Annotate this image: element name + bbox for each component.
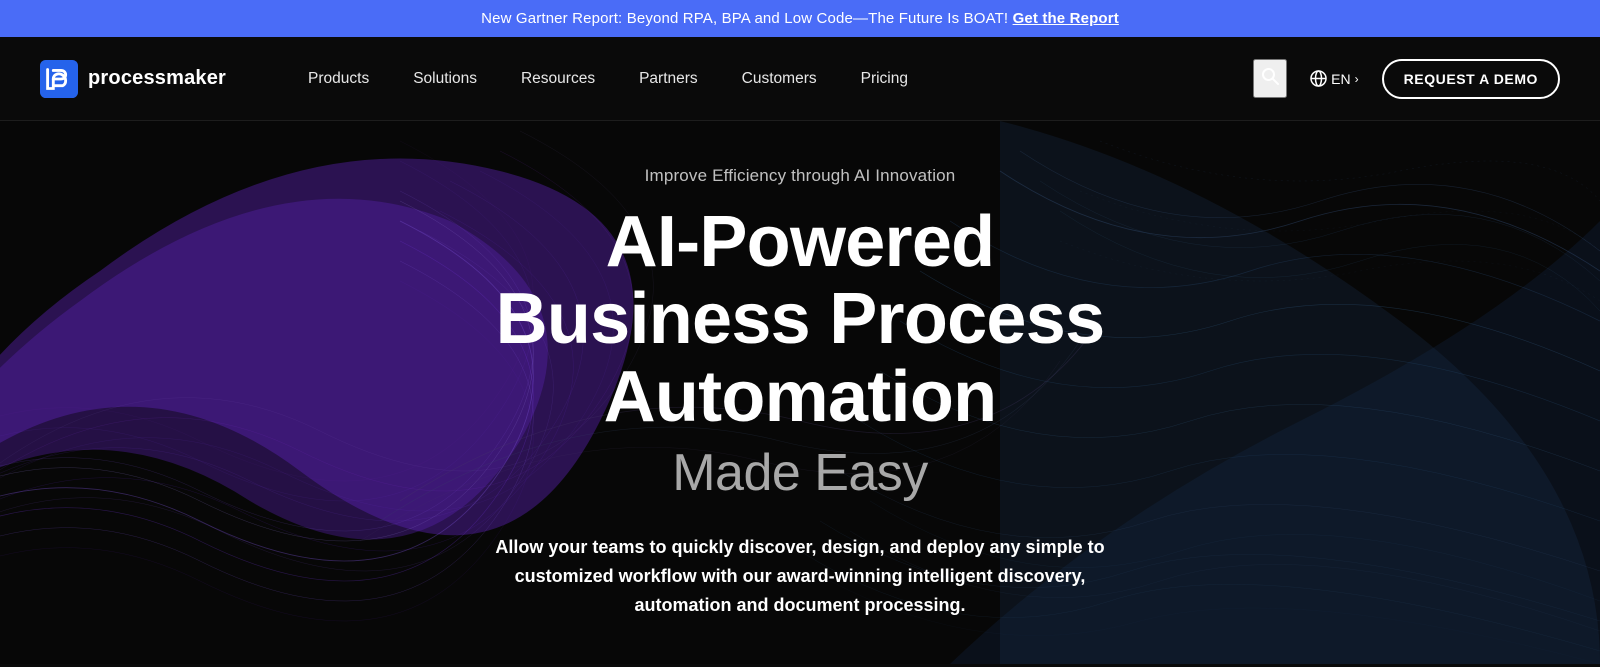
language-selector[interactable]: EN › [1305, 65, 1363, 92]
logo-icon [40, 60, 78, 98]
hero-title: AI-Powered Business Process Automation [490, 204, 1110, 437]
request-demo-button[interactable]: REQUEST A DEMO [1382, 59, 1560, 99]
nav-item-partners[interactable]: Partners [617, 60, 720, 98]
announcement-link[interactable]: Get the Report [1013, 10, 1119, 27]
announcement-bar: New Gartner Report: Beyond RPA, BPA and … [0, 0, 1600, 37]
hero-section: Improve Efficiency through AI Innovation… [0, 121, 1600, 664]
hero-title-line1: AI-Powered [606, 202, 995, 282]
nav-right: EN › REQUEST A DEMO [1253, 59, 1560, 99]
hero-title-line2: Business Process [496, 279, 1105, 359]
chevron-right-icon: › [1355, 72, 1359, 86]
announcement-text: New Gartner Report: Beyond RPA, BPA and … [481, 10, 1008, 27]
nav-item-solutions[interactable]: Solutions [391, 60, 499, 98]
nav-item-pricing[interactable]: Pricing [839, 60, 930, 98]
hero-title-line3: Automation [604, 357, 997, 437]
globe-icon [1310, 70, 1327, 87]
hero-made-easy: Made Easy [490, 443, 1110, 503]
nav-item-customers[interactable]: Customers [720, 60, 839, 98]
search-icon [1260, 66, 1280, 86]
lang-label: EN [1331, 71, 1350, 87]
nav-item-products[interactable]: Products [286, 60, 391, 98]
hero-subtitle: Improve Efficiency through AI Innovation [490, 166, 1110, 186]
search-button[interactable] [1253, 59, 1287, 98]
logo-link[interactable]: processmaker [40, 60, 226, 98]
hero-content: Improve Efficiency through AI Innovation… [470, 166, 1130, 620]
nav-links: Products Solutions Resources Partners Cu… [286, 60, 1253, 98]
logo-text: processmaker [88, 67, 226, 90]
hero-description: Allow your teams to quickly discover, de… [490, 533, 1110, 619]
navbar: processmaker Products Solutions Resource… [0, 37, 1600, 121]
nav-item-resources[interactable]: Resources [499, 60, 617, 98]
